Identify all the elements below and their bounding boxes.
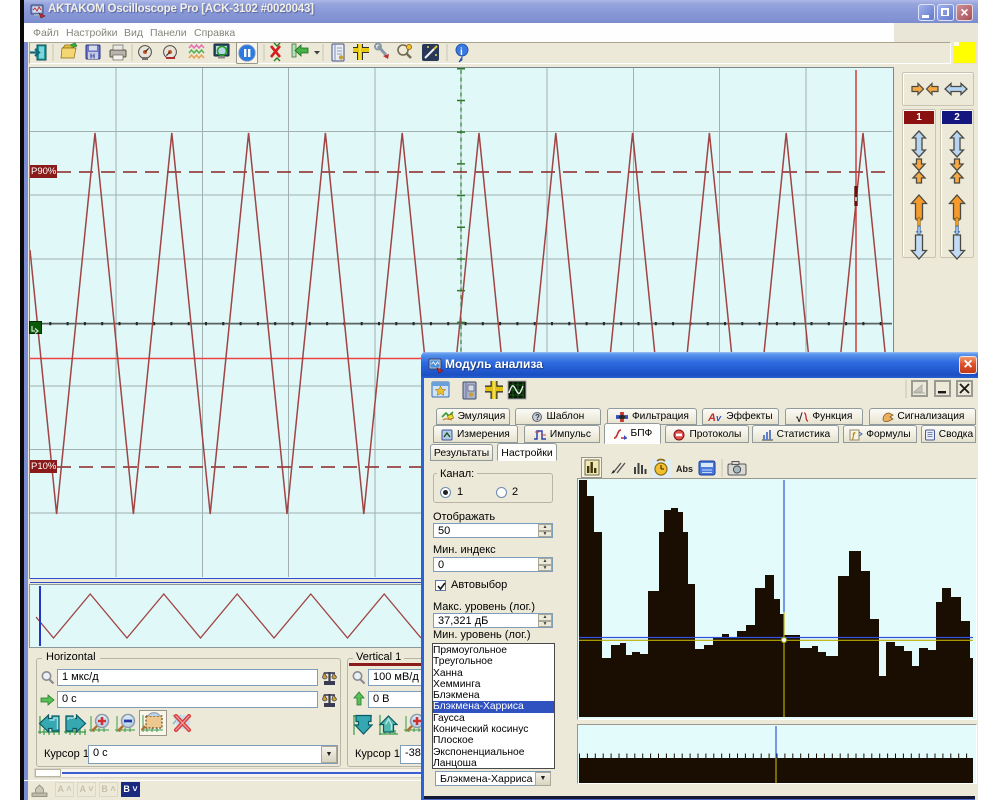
svg-text:ƒ: ƒ [852, 431, 857, 440]
svg-text:?: ? [535, 413, 540, 422]
svg-text:i: i [460, 47, 463, 58]
svg-text:√: √ [796, 411, 803, 423]
svg-text:A: A [708, 412, 716, 422]
svg-text:H: H [90, 54, 95, 61]
svg-text:v: v [716, 413, 722, 422]
svg-text:Abs: Abs [676, 464, 693, 474]
